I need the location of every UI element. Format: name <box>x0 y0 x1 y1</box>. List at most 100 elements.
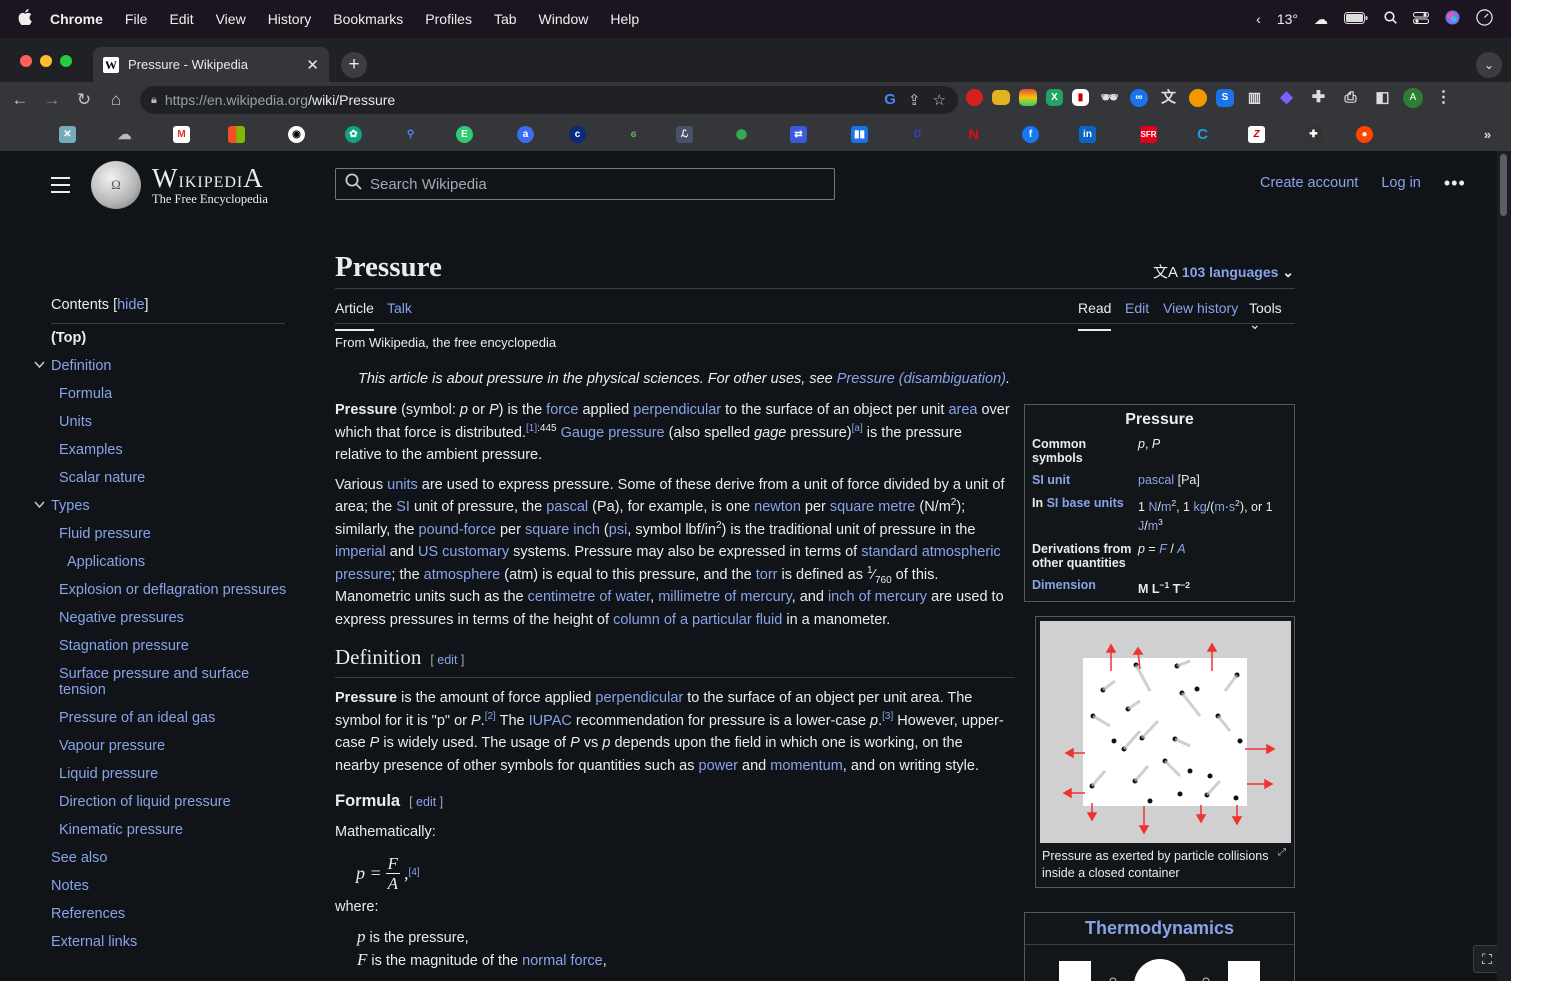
forward-arrow-icon[interactable]: → <box>36 90 68 110</box>
google-lens-icon[interactable]: G <box>884 91 896 109</box>
tab-article[interactable]: Article <box>335 300 374 331</box>
link-pascal[interactable]: pascal <box>546 499 588 515</box>
toc-item-applications[interactable]: Applications <box>67 554 145 570</box>
gmail-bookmark-icon[interactable]: M <box>173 126 190 143</box>
link-force[interactable]: force <box>546 402 578 418</box>
sfr-bookmark-icon[interactable]: SFR <box>1140 126 1157 143</box>
extension-icon[interactable]: ◆ <box>1275 86 1298 109</box>
expand-image-icon[interactable]: ⤢ <box>1278 847 1286 858</box>
extension-icon[interactable]: S <box>1216 88 1234 107</box>
toc-hide-button[interactable]: hide <box>117 297 144 313</box>
toc-item-formula[interactable]: Formula <box>59 386 112 402</box>
github-bookmark-icon[interactable]: ◉ <box>288 126 305 143</box>
link-perpendicular[interactable]: perpendicular <box>633 402 721 418</box>
toc-item-explosion[interactable]: Explosion or deflagration pressures <box>59 582 286 598</box>
toc-item-stagnation-pressure[interactable]: Stagnation pressure <box>59 638 189 654</box>
netflix-bookmark-icon[interactable]: N <box>965 126 982 143</box>
bookmarks-overflow-icon[interactable]: » <box>1479 126 1496 143</box>
menu-profiles[interactable]: Profiles <box>425 11 472 27</box>
log-in-link[interactable]: Log in <box>1381 175 1421 191</box>
particle-collision-image[interactable] <box>1040 621 1291 843</box>
weather-cloud-icon[interactable]: ☁ <box>1314 11 1328 28</box>
link-column-of-fluid[interactable]: column of a particular fluid <box>613 612 782 628</box>
edit-section-formula[interactable]: [ edit ] <box>409 795 443 809</box>
link-normal-force[interactable]: normal force <box>522 953 603 969</box>
link-pascal-unit[interactable]: pascal <box>1138 473 1174 487</box>
toc-item-types[interactable]: Types <box>51 498 90 514</box>
search-bookmark-icon[interactable]: ⚲ <box>402 126 419 143</box>
link-millimetre-of-mercury[interactable]: millimetre of mercury <box>658 589 791 605</box>
extension-icon[interactable] <box>992 90 1010 105</box>
chatgpt-bookmark-icon[interactable]: ✿ <box>345 126 362 143</box>
bookmark-icon[interactable]: E <box>456 126 473 143</box>
bookmark-star-icon[interactable]: ☆ <box>933 91 946 109</box>
toc-item-surface-pressure[interactable]: Surface pressure and surface tension <box>59 666 269 698</box>
toc-item-scalar-nature[interactable]: Scalar nature <box>59 470 145 486</box>
bookmark-icon[interactable]: ⇄ <box>790 126 807 143</box>
link-area[interactable]: area <box>948 402 977 418</box>
extension-icon[interactable]: ▮ <box>1072 89 1089 106</box>
menu-bookmarks[interactable]: Bookmarks <box>333 11 403 27</box>
bookmark-icon[interactable]: Z <box>1248 126 1265 143</box>
maximize-window-button[interactable] <box>60 55 72 67</box>
address-bar[interactable]: 🔒︎ https://en.wikipedia.org/wiki/Pressur… <box>140 86 958 114</box>
link-iupac[interactable]: IUPAC <box>529 713 572 729</box>
menu-view[interactable]: View <box>216 11 246 27</box>
toc-item-references[interactable]: References <box>51 906 125 922</box>
navbox-title[interactable]: Thermodynamics <box>1025 913 1294 945</box>
bookmark-icon[interactable]: ✕ <box>59 126 76 143</box>
more-options-icon[interactable]: ••• <box>1444 174 1466 192</box>
toc-item-ideal-gas[interactable]: Pressure of an ideal gas <box>59 710 215 726</box>
toc-item-kinematic-pressure[interactable]: Kinematic pressure <box>59 822 183 838</box>
tab-search-button[interactable]: ⌄ <box>1476 52 1502 78</box>
main-menu-icon[interactable] <box>51 177 70 198</box>
menu-file[interactable]: File <box>125 11 148 27</box>
link-atmosphere[interactable]: atmosphere <box>424 567 501 583</box>
chevron-left-icon[interactable]: ‹ <box>1256 11 1261 27</box>
control-center-icon[interactable] <box>1413 11 1429 27</box>
bookmark-icon[interactable]: ▮▮ <box>851 126 868 143</box>
page-scrollbar[interactable] <box>1497 151 1511 981</box>
close-window-button[interactable] <box>20 55 32 67</box>
link-power[interactable]: power <box>699 758 739 774</box>
siri-icon[interactable] <box>1445 10 1460 28</box>
toc-item-notes[interactable]: Notes <box>51 878 89 894</box>
reload-icon[interactable]: ↻ <box>68 90 100 110</box>
link-inch-of-mercury[interactable]: inch of mercury <box>828 589 927 605</box>
bookmark-icon[interactable]: D <box>909 126 926 143</box>
scrollbar-thumb[interactable] <box>1500 154 1507 216</box>
minimize-window-button[interactable] <box>40 55 52 67</box>
cast-icon[interactable]: ⎙ <box>1339 86 1362 109</box>
tab-edit[interactable]: Edit <box>1125 300 1149 329</box>
link-square-metre[interactable]: square metre <box>830 499 915 515</box>
reddit-bookmark-icon[interactable]: ● <box>1356 126 1373 143</box>
extension-icon[interactable]: ∞ <box>1130 88 1148 107</box>
toc-item-negative-pressures[interactable]: Negative pressures <box>59 610 184 626</box>
link-units[interactable]: units <box>387 477 418 493</box>
menu-help[interactable]: Help <box>610 11 639 27</box>
toc-item-external-links[interactable]: External links <box>51 934 137 950</box>
spy-extension-icon[interactable]: 🕶︎ <box>1098 86 1121 109</box>
menu-history[interactable]: History <box>268 11 312 27</box>
link-centimetre-of-water[interactable]: centimetre of water <box>528 589 651 605</box>
toc-item-vapour-pressure[interactable]: Vapour pressure <box>59 738 165 754</box>
extension-icon[interactable] <box>1019 89 1037 106</box>
weather-temp[interactable]: 13° <box>1277 11 1298 27</box>
wikipedia-wordmark[interactable]: WikipediA The Free Encyclopedia <box>152 163 268 207</box>
puzzle-extensions-icon[interactable]: ✚ <box>1307 86 1330 109</box>
menu-window[interactable]: Window <box>539 11 589 27</box>
menu-edit[interactable]: Edit <box>169 11 193 27</box>
link-si[interactable]: SI <box>396 499 410 515</box>
create-account-link[interactable]: Create account <box>1260 175 1358 191</box>
toc-item-top[interactable]: (Top) <box>51 330 86 346</box>
link-newton[interactable]: newton <box>754 499 801 515</box>
chevron-down-icon[interactable] <box>34 499 45 511</box>
bookmark-icon[interactable]: ℒ <box>676 126 693 143</box>
spotlight-search-icon[interactable] <box>1384 11 1397 27</box>
close-tab-icon[interactable]: ✕ <box>306 56 319 74</box>
home-icon[interactable]: ⌂ <box>100 90 132 110</box>
link-us-customary[interactable]: US customary <box>418 544 509 560</box>
link-gauge-pressure[interactable]: Gauge pressure <box>561 425 665 441</box>
toc-item-liquid-pressure[interactable]: Liquid pressure <box>59 766 158 782</box>
extension-icon[interactable]: ▥ <box>1243 86 1266 109</box>
